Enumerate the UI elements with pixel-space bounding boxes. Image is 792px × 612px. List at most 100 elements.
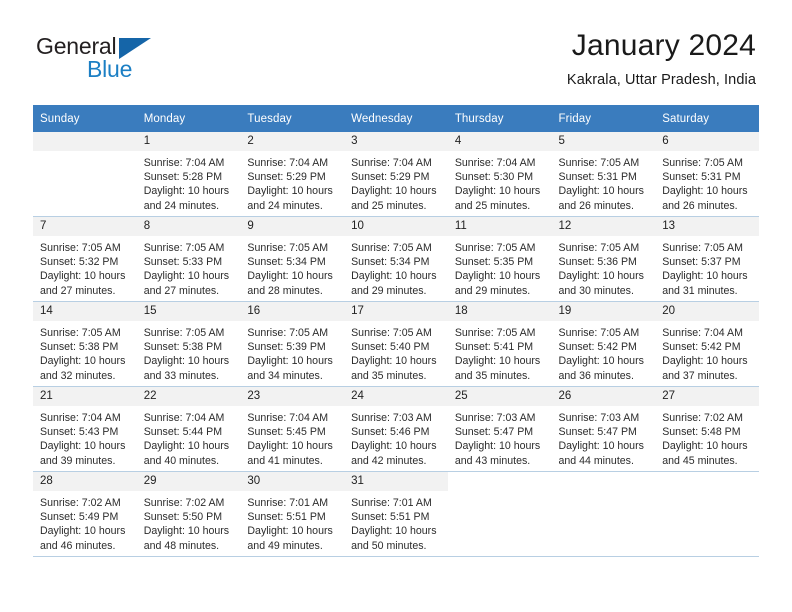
sun-info-daylight1: Daylight: 10 hours — [454, 355, 541, 368]
calendar-header-row: Sunday Monday Tuesday Wednesday Thursday… — [33, 105, 759, 132]
page-subtitle-location: Kakrala, Uttar Pradesh, India — [566, 72, 756, 88]
calendar-day-cell[interactable]: 11 Sunrise: 7:05 AM Sunset: 5:35 PM Dayligh… — [447, 216, 552, 302]
calendar-day-cell[interactable]: 25 Sunrise: 7:03 AM Sunset: 5:47 PM Dayligh… — [447, 386, 552, 472]
calendar-day-cell[interactable]: 8 Sunrise: 7:05 AM Sunset: 5:33 PM Daylight… — [136, 216, 241, 302]
sun-info-sunrise: Sunrise: 7:05 AM — [143, 327, 225, 339]
calendar-day-cell[interactable]: 1 Sunrise: 7:04 AM Sunset: 5:28 PM Daylight… — [136, 132, 241, 217]
sun-info-daylight1: Daylight: 10 hours — [143, 440, 230, 453]
sun-info-daylight2: and 24 minutes. — [143, 199, 220, 212]
calendar-day-cell[interactable]: 12 Sunrise: 7:05 AM Sunset: 5:36 PM Dayligh… — [551, 216, 656, 302]
sun-info-sunrise: Sunrise: 7:03 AM — [558, 412, 640, 424]
sun-info-daylight2: and 30 minutes. — [558, 284, 634, 297]
calendar-day-cell[interactable]: 15 Sunrise: 7:05 AM Sunset: 5:38 PM Dayligh… — [136, 301, 241, 387]
day-number: 18 — [447, 302, 552, 321]
day-sun-info: Sunrise: 7:04 AM Sunset: 5:45 PM Daylight:… — [240, 406, 344, 468]
calendar-day-cell[interactable]: 23 Sunrise: 7:04 AM Sunset: 5:45 PM Dayligh… — [240, 386, 345, 472]
sun-info-daylight2: and 31 minutes. — [662, 284, 738, 297]
sun-info-sunset: Sunset: 5:43 PM — [40, 426, 119, 439]
sun-info-sunrise: Sunrise: 7:05 AM — [351, 327, 432, 339]
sun-info-sunset: Sunset: 5:32 PM — [40, 256, 119, 269]
sun-info-daylight2: and 48 minutes. — [143, 539, 220, 552]
calendar-day-cell[interactable]: 19 Sunrise: 7:05 AM Sunset: 5:42 PM Dayligh… — [551, 301, 656, 387]
calendar-day-cell[interactable]: 6 Sunrise: 7:05 AM Sunset: 5:31 PM Daylight… — [655, 132, 759, 217]
calendar-day-cell[interactable]: 10 Sunrise: 7:05 AM Sunset: 5:34 PM Dayligh… — [344, 216, 448, 302]
sun-info-sunset: Sunset: 5:47 PM — [454, 426, 534, 439]
sun-info-daylight1: Daylight: 10 hours — [247, 270, 333, 283]
calendar-day-cell[interactable]: 29 Sunrise: 7:02 AM Sunset: 5:50 PM Dayligh… — [136, 471, 241, 557]
day-sun-info: Sunrise: 7:05 AM Sunset: 5:41 PM Daylight:… — [448, 321, 552, 383]
day-number: 27 — [655, 387, 759, 406]
calendar-day-cell[interactable]: 16 Sunrise: 7:05 AM Sunset: 5:39 PM Dayligh… — [240, 301, 345, 387]
calendar-day-cell[interactable]: 27 Sunrise: 7:02 AM Sunset: 5:48 PM Dayligh… — [655, 386, 759, 472]
calendar-day-cell[interactable]: 9 Sunrise: 7:05 AM Sunset: 5:34 PM Daylight… — [240, 216, 345, 302]
calendar-day-cell[interactable]: 20 Sunrise: 7:04 AM Sunset: 5:42 PM Dayligh… — [655, 301, 759, 387]
day-sun-info: Sunrise: 7:05 AM Sunset: 5:33 PM Daylight:… — [137, 236, 241, 298]
day-number: 9 — [240, 217, 345, 236]
sun-info-daylight2: and 26 minutes. — [558, 199, 634, 212]
calendar-day-cell[interactable]: 14 Sunrise: 7:05 AM Sunset: 5:38 PM Dayligh… — [33, 301, 137, 387]
brand-logo[interactable]: General Blue — [36, 33, 256, 89]
calendar-day-cell[interactable]: 21 Sunrise: 7:04 AM Sunset: 5:43 PM Dayligh… — [33, 386, 137, 472]
sun-info-sunrise: Sunrise: 7:05 AM — [247, 242, 329, 254]
day-sun-info: Sunrise: 7:05 AM Sunset: 5:31 PM Daylight:… — [655, 151, 759, 213]
calendar-day-cell[interactable]: 24 Sunrise: 7:03 AM Sunset: 5:46 PM Dayligh… — [344, 386, 448, 472]
sun-info-daylight1: Daylight: 10 hours — [40, 525, 126, 538]
calendar-empty-cell — [655, 471, 759, 557]
sun-info-sunrise: Sunrise: 7:04 AM — [143, 412, 225, 424]
sun-info-sunrise: Sunrise: 7:03 AM — [351, 412, 432, 424]
sun-info-daylight2: and 35 minutes. — [454, 369, 531, 382]
calendar-day-cell[interactable]: 22 Sunrise: 7:04 AM Sunset: 5:44 PM Dayligh… — [136, 386, 241, 472]
sun-info-daylight2: and 41 minutes. — [247, 454, 323, 467]
sun-info-sunset: Sunset: 5:28 PM — [143, 171, 223, 184]
sun-info-daylight1: Daylight: 10 hours — [454, 270, 541, 283]
calendar-day-cell[interactable]: 13 Sunrise: 7:05 AM Sunset: 5:37 PM Dayligh… — [655, 216, 759, 302]
calendar-day-cell[interactable]: 17 Sunrise: 7:05 AM Sunset: 5:40 PM Dayligh… — [344, 301, 448, 387]
sun-info-daylight2: and 43 minutes. — [454, 454, 531, 467]
calendar-day-cell[interactable]: 28 Sunrise: 7:02 AM Sunset: 5:49 PM Dayligh… — [33, 471, 137, 557]
sun-info-sunset: Sunset: 5:51 PM — [247, 511, 326, 524]
sun-info-sunrise: Sunrise: 7:05 AM — [40, 327, 121, 339]
sun-info-daylight1: Daylight: 10 hours — [454, 185, 541, 198]
calendar-day-cell[interactable]: 2 Sunrise: 7:04 AM Sunset: 5:29 PM Daylight… — [240, 132, 345, 217]
day-sun-info: Sunrise: 7:01 AM Sunset: 5:51 PM Daylight:… — [240, 491, 344, 553]
day-number: 17 — [344, 302, 448, 321]
day-number: 31 — [344, 472, 448, 491]
sun-info-sunset: Sunset: 5:40 PM — [351, 341, 430, 354]
day-number: 5 — [551, 132, 656, 151]
calendar-day-cell[interactable]: 26 Sunrise: 7:03 AM Sunset: 5:47 PM Dayligh… — [551, 386, 656, 472]
sun-info-daylight1: Daylight: 10 hours — [40, 270, 126, 283]
day-sun-info: Sunrise: 7:05 AM Sunset: 5:38 PM Daylight:… — [33, 321, 137, 383]
day-number: 19 — [551, 302, 656, 321]
calendar-day-cell[interactable]: 31 Sunrise: 7:01 AM Sunset: 5:51 PM Dayligh… — [344, 471, 448, 557]
day-sun-info: Sunrise: 7:04 AM Sunset: 5:43 PM Daylight:… — [33, 406, 137, 468]
sun-info-sunset: Sunset: 5:45 PM — [247, 426, 326, 439]
sun-info-daylight1: Daylight: 10 hours — [558, 185, 644, 198]
sun-info-daylight2: and 37 minutes. — [662, 369, 738, 382]
weekday-header-wednesday: Wednesday — [344, 105, 448, 132]
day-sun-info: Sunrise: 7:04 AM Sunset: 5:28 PM Daylight:… — [137, 151, 241, 213]
day-number — [33, 132, 137, 151]
sun-info-daylight1: Daylight: 10 hours — [558, 440, 644, 453]
calendar-day-cell[interactable]: 3 Sunrise: 7:04 AM Sunset: 5:29 PM Daylight… — [344, 132, 448, 217]
calendar-day-cell[interactable]: 7 Sunrise: 7:05 AM Sunset: 5:32 PM Daylight… — [33, 216, 137, 302]
sun-info-daylight2: and 46 minutes. — [40, 539, 116, 552]
sun-info-sunset: Sunset: 5:31 PM — [558, 171, 637, 184]
calendar-week-row: 21 Sunrise: 7:04 AM Sunset: 5:43 PM Dayligh… — [33, 386, 759, 472]
sun-info-sunrise: Sunrise: 7:05 AM — [143, 242, 225, 254]
calendar-day-cell[interactable]: 18 Sunrise: 7:05 AM Sunset: 5:41 PM Dayligh… — [447, 301, 552, 387]
day-number — [551, 472, 656, 491]
calendar-day-cell[interactable]: 4 Sunrise: 7:04 AM Sunset: 5:30 PM Daylight… — [447, 132, 552, 217]
weekday-header-friday: Friday — [551, 105, 656, 132]
day-sun-info: Sunrise: 7:05 AM Sunset: 5:37 PM Daylight:… — [655, 236, 759, 298]
calendar-week-row: 7 Sunrise: 7:05 AM Sunset: 5:32 PM Daylight… — [33, 216, 759, 302]
sun-info-sunset: Sunset: 5:42 PM — [558, 341, 637, 354]
day-sun-info: Sunrise: 7:04 AM Sunset: 5:42 PM Daylight:… — [655, 321, 759, 383]
sun-info-sunset: Sunset: 5:41 PM — [454, 341, 534, 354]
day-number: 30 — [240, 472, 345, 491]
sun-info-daylight1: Daylight: 10 hours — [351, 525, 437, 538]
day-sun-info: Sunrise: 7:05 AM Sunset: 5:34 PM Daylight:… — [344, 236, 448, 298]
sun-info-sunrise: Sunrise: 7:04 AM — [662, 327, 743, 339]
calendar-day-cell[interactable]: 30 Sunrise: 7:01 AM Sunset: 5:51 PM Dayligh… — [240, 471, 345, 557]
calendar-day-cell[interactable]: 5 Sunrise: 7:05 AM Sunset: 5:31 PM Daylight… — [551, 132, 656, 217]
title-block: January 2024 Kakrala, Uttar Pradesh, Ind… — [567, 28, 756, 90]
